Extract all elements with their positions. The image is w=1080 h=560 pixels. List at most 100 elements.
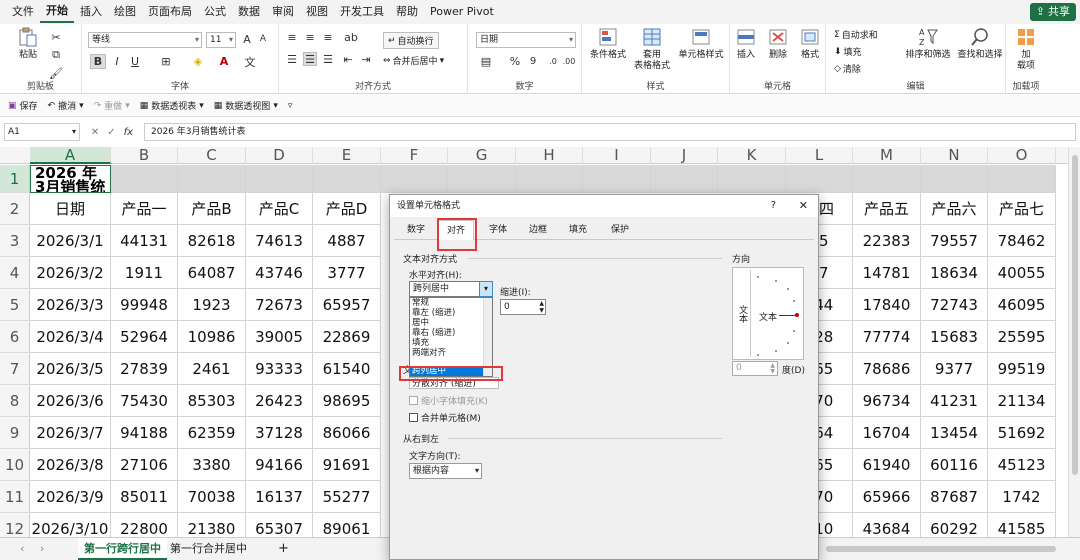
redo-button[interactable]: ↷ 重做 ▾ — [94, 99, 130, 113]
row-header[interactable]: 6 — [0, 321, 30, 353]
font-size-combo[interactable]: 11 ▾ — [206, 32, 236, 48]
scroll-thumb[interactable] — [1072, 155, 1078, 475]
column-header[interactable]: I — [583, 147, 651, 164]
data-cell[interactable]: 65307 — [246, 513, 313, 537]
data-cell[interactable]: 99519 — [988, 353, 1056, 385]
data-cell[interactable]: 44131 — [111, 225, 178, 257]
data-cell[interactable]: 2026/3/6 — [30, 385, 111, 417]
menu-item[interactable]: 视图 — [300, 0, 334, 24]
row-header[interactable]: 7 — [0, 353, 30, 385]
merge-center-button[interactable]: ⇔ 合并后居中 ▾ — [383, 54, 444, 68]
header-cell[interactable]: 日期 — [30, 193, 111, 225]
data-cell[interactable]: 3777 — [313, 257, 381, 289]
column-header[interactable]: F — [381, 147, 448, 164]
format-as-table-button[interactable]: 套用 表格格式 — [630, 26, 674, 72]
underline-button[interactable]: U — [128, 54, 142, 69]
horizontal-scroll-thumb[interactable] — [826, 546, 1056, 552]
title-row-cell[interactable] — [583, 165, 651, 193]
increase-decimal-icon[interactable]: .0 — [546, 54, 560, 69]
currency-icon[interactable]: ▤ — [478, 54, 494, 69]
pivot-table-button[interactable]: ▦ 数据透视表 ▾ — [140, 99, 204, 113]
undo-button[interactable]: ↶ 撤消 ▾ — [48, 99, 84, 113]
data-cell[interactable]: 2026/3/4 — [30, 321, 111, 353]
degree-spinner[interactable]: 0 ▲ ▼ — [732, 361, 778, 376]
data-cell[interactable]: 26423 — [246, 385, 313, 417]
data-cell[interactable]: 98695 — [313, 385, 381, 417]
row-header[interactable]: 3 — [0, 225, 30, 257]
title-row-cell[interactable] — [381, 165, 448, 193]
data-cell[interactable]: 55277 — [313, 481, 381, 513]
title-row-cell[interactable] — [111, 165, 178, 193]
name-box[interactable]: A1 ▾ — [4, 123, 80, 141]
decrease-indent-icon[interactable]: ⇤ — [341, 52, 355, 66]
orientation-icon[interactable]: ab — [343, 30, 359, 44]
format-button[interactable]: 格式 — [794, 26, 826, 61]
customize-qat-icon[interactable]: ▿ — [288, 101, 293, 111]
data-cell[interactable]: 52964 — [111, 321, 178, 353]
title-row-cell[interactable] — [786, 165, 853, 193]
data-cell[interactable]: 65957 — [313, 289, 381, 321]
data-cell[interactable]: 64087 — [178, 257, 246, 289]
data-cell[interactable]: 21380 — [178, 513, 246, 537]
dialog-tab[interactable]: 数字 — [398, 220, 434, 240]
column-header[interactable]: C — [178, 147, 246, 164]
percent-icon[interactable]: % — [508, 54, 522, 69]
merge-cells-checkbox[interactable]: 合并单元格(M) — [409, 411, 481, 424]
indent-spinner[interactable]: 0 ▲ ▼ — [500, 299, 546, 315]
title-row-cell[interactable] — [516, 165, 583, 193]
data-cell[interactable]: 87687 — [921, 481, 988, 513]
header-cell[interactable]: 产品七 — [988, 193, 1056, 225]
cut-icon[interactable]: ✂ — [48, 30, 64, 44]
data-cell[interactable]: 2026/3/7 — [30, 417, 111, 449]
data-cell[interactable]: 96734 — [853, 385, 921, 417]
data-cell[interactable]: 41231 — [921, 385, 988, 417]
cell-styles-button[interactable]: 单元格样式 — [676, 26, 726, 61]
italic-button[interactable]: I — [110, 54, 124, 69]
data-cell[interactable]: 2026/3/8 — [30, 449, 111, 481]
sheet-tab-1[interactable]: 第一行跨行居中 — [78, 538, 167, 560]
align-top-icon[interactable]: ≡ — [285, 30, 299, 44]
column-header[interactable]: N — [921, 147, 988, 164]
header-cell[interactable]: 产品D — [313, 193, 381, 225]
confirm-icon[interactable]: ✓ — [107, 127, 115, 138]
title-row-cell[interactable] — [718, 165, 786, 193]
menu-item[interactable]: 数据 — [232, 0, 266, 24]
menu-item[interactable]: 绘图 — [108, 0, 142, 24]
format-painter-icon[interactable]: 🖌 — [48, 66, 64, 80]
dropdown-option[interactable]: 居中 — [410, 318, 492, 328]
data-cell[interactable]: 79557 — [921, 225, 988, 257]
data-cell[interactable]: 41585 — [988, 513, 1056, 537]
data-cell[interactable]: 15683 — [921, 321, 988, 353]
next-sheet-icon[interactable]: › — [34, 538, 50, 560]
border-icon[interactable]: ⊞ — [158, 54, 174, 69]
data-cell[interactable]: 37128 — [246, 417, 313, 449]
header-cell[interactable]: 产品C — [246, 193, 313, 225]
data-cell[interactable]: 14781 — [853, 257, 921, 289]
data-cell[interactable]: 82618 — [178, 225, 246, 257]
data-cell[interactable]: 78462 — [988, 225, 1056, 257]
menu-item[interactable]: 开始 — [40, 1, 74, 23]
data-cell[interactable]: 16704 — [853, 417, 921, 449]
data-cell[interactable]: 2026/3/1 — [30, 225, 111, 257]
bold-button[interactable]: B — [90, 54, 106, 69]
row-header[interactable]: 1 — [0, 165, 30, 193]
menu-item[interactable]: 文件 — [6, 0, 40, 24]
menu-item[interactable]: 开发工具 — [334, 0, 390, 24]
dialog-tab[interactable]: 填充 — [560, 220, 596, 240]
data-cell[interactable]: 9377 — [921, 353, 988, 385]
column-header[interactable]: O — [988, 147, 1056, 164]
data-cell[interactable]: 1923 — [178, 289, 246, 321]
fx-icon[interactable]: fx — [124, 127, 133, 138]
pivot-chart-button[interactable]: ▦ 数据透视图 ▾ — [214, 99, 278, 113]
data-cell[interactable]: 2026/3/10 — [30, 513, 111, 537]
help-icon[interactable]: ? — [771, 195, 776, 217]
header-cell[interactable]: 产品六 — [921, 193, 988, 225]
dialog-tab[interactable]: 保护 — [602, 220, 638, 240]
header-cell[interactable]: 产品五 — [853, 193, 921, 225]
column-header[interactable]: K — [718, 147, 786, 164]
column-header[interactable]: D — [246, 147, 313, 164]
fill-color-icon[interactable]: ◈ — [190, 54, 206, 69]
align-center-icon[interactable]: ☰ — [303, 52, 317, 66]
data-cell[interactable]: 17840 — [853, 289, 921, 321]
column-header[interactable]: M — [853, 147, 921, 164]
